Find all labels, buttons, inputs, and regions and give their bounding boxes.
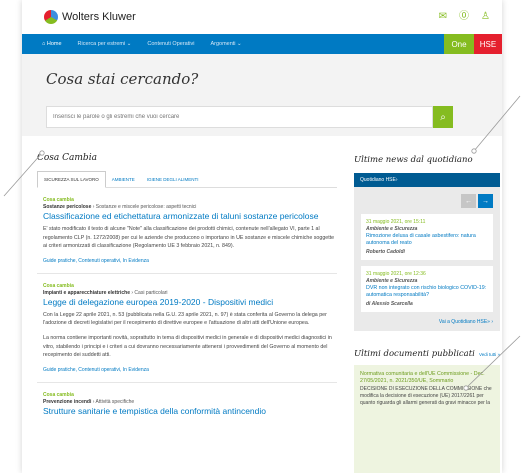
brand-logo[interactable]: Wolters Kluwer bbox=[44, 10, 136, 24]
quotidiano-bar[interactable]: Quotidiano HSE› bbox=[354, 173, 500, 187]
article-subtopic: › Sostanze e miscele pericolose: aspetti… bbox=[91, 204, 197, 210]
news-author: di Alessio Scarcella bbox=[366, 301, 413, 307]
news-date: 31 maggio 2021, ore 12:36 bbox=[366, 271, 426, 277]
carousel-next-button[interactable]: → bbox=[478, 194, 493, 208]
article-subtopic: › Attività specifiche bbox=[91, 398, 135, 405]
screenshot-frame: Wolters Kluwer ✉ ⓪ ♙ ⌂ Home Ricerca per … bbox=[0, 0, 524, 473]
search-button[interactable]: ⌕ bbox=[433, 106, 453, 128]
news-section-title: Ultime news dal quotidiano bbox=[354, 155, 473, 165]
main-nav: ⌂ Home Ricerca per estremi ⌄ Contenuti O… bbox=[22, 34, 502, 54]
vedi-tutti-link[interactable]: Vedi tutti » bbox=[479, 352, 500, 357]
article-breadcrumb: Sostanze pericolose › Sostanze e miscele… bbox=[43, 204, 337, 210]
portal-page: Wolters Kluwer ✉ ⓪ ♙ ⌂ Home Ricerca per … bbox=[22, 0, 502, 473]
search-title: Cosa stai cercando? bbox=[46, 70, 199, 88]
article-body: Con la Legge 22 aprile 2021, n. 53 (pubb… bbox=[43, 311, 327, 327]
news-carousel: ← → 31 maggio 2021, ore 15:11 Ambiente e… bbox=[354, 187, 500, 331]
article-breadcrumb: Impianti e apparecchiature elettriche › … bbox=[43, 290, 337, 296]
news-category: Ambiente e Sicurezza bbox=[366, 226, 418, 232]
document-card: Normativa comunitaria e dell'UE Commissi… bbox=[354, 365, 500, 473]
nav-argomenti[interactable]: Argomenti ⌄ bbox=[210, 41, 241, 47]
article-tags[interactable]: Guide pratiche, Contenuti operativi, In … bbox=[43, 258, 337, 264]
article-topic[interactable]: Impianti e apparecchiature elettriche bbox=[43, 290, 130, 296]
article-kicker: Cosa cambia bbox=[43, 197, 74, 203]
tab-igiene-alimenti[interactable]: IGIENE DEGLI ALIMENTI bbox=[141, 171, 205, 187]
documents-section-title: Ultimi documenti pubblicati bbox=[354, 349, 475, 359]
documents-header: Ultimi documenti pubblicati Vedi tutti » bbox=[354, 349, 500, 359]
article-body-continued: La norma contiene importanti novità, sop… bbox=[43, 334, 332, 359]
article-breadcrumb: Prevenzione incendi › Attività specifich… bbox=[43, 399, 337, 405]
article-kicker: Cosa cambia bbox=[43, 391, 74, 398]
nav-contenuti-operativi[interactable]: Contenuti Operativi bbox=[147, 41, 194, 47]
article-item: Cosa cambia Prevenzione incendi › Attivi… bbox=[37, 383, 337, 425]
document-body: DECISIONE DI ESECUZIONE DELLA COMMISSION… bbox=[360, 386, 492, 406]
mail-icon[interactable]: ✉ bbox=[439, 12, 447, 22]
vai-quotidiano-link[interactable]: Vai a Quotidiano HSE» › bbox=[361, 319, 493, 325]
article-kicker: Cosa cambia bbox=[43, 282, 74, 289]
article-body: E' stato modificato il testo di alcune "… bbox=[43, 226, 335, 250]
article-item: Cosa cambia Impianti e apparecchiature e… bbox=[37, 274, 337, 383]
arrow-left-icon: ← bbox=[465, 197, 472, 205]
article-item: Cosa cambia Sostanze pericolose › Sostan… bbox=[37, 188, 337, 274]
tab-ambiente[interactable]: AMBIENTE bbox=[106, 171, 141, 187]
document-title[interactable]: Normativa comunitaria e dell'UE Commissi… bbox=[360, 371, 494, 385]
article-topic[interactable]: Prevenzione incendi bbox=[43, 399, 91, 405]
news-date: 31 maggio 2021, ore 15:11 bbox=[366, 219, 426, 225]
nav-ricerca-estremi[interactable]: Ricerca per estremi ⌄ bbox=[78, 41, 132, 47]
search-row: ⌕ bbox=[46, 106, 502, 128]
tab-sicurezza-lavoro[interactable]: SICUREZZA SUL LAVORO bbox=[37, 171, 106, 188]
search-icon: ⌕ bbox=[440, 111, 446, 123]
article-topic[interactable]: Sostanze pericolose bbox=[43, 204, 91, 210]
cosa-cambia-title: Cosa Cambia bbox=[37, 153, 97, 163]
news-title[interactable]: DVR non integrato con rischio biologico … bbox=[366, 285, 488, 299]
article-tags[interactable]: Guide pratiche, Contenuti operativi, In … bbox=[43, 367, 337, 373]
article-title[interactable]: Classificazione ed etichettatura armoniz… bbox=[43, 211, 337, 221]
sidebar: Ultime news dal quotidiano Quotidiano HS… bbox=[354, 136, 500, 473]
carousel-controls: ← → bbox=[361, 194, 493, 208]
nav-items: ⌂ Home Ricerca per estremi ⌄ Contenuti O… bbox=[22, 34, 444, 54]
article-subtopic: › Casi particolari bbox=[129, 289, 168, 296]
article-title[interactable]: Strutture sanitarie e tempistica della c… bbox=[43, 406, 337, 416]
cosa-cambia-tabs: SICUREZZA SUL LAVORO AMBIENTE IGIENE DEG… bbox=[37, 171, 337, 188]
content-area: Cosa Cambia SICUREZZA SUL LAVORO AMBIENT… bbox=[22, 136, 502, 473]
wolters-kluwer-logo-icon bbox=[44, 10, 58, 24]
nav-home[interactable]: ⌂ Home bbox=[42, 41, 62, 47]
news-category: Ambiente e Sicurezza bbox=[366, 278, 418, 284]
news-card: 31 maggio 2021, ore 12:36 Ambiente e Sic… bbox=[361, 266, 493, 312]
article-title[interactable]: Legge di delegazione europea 2019-2020 -… bbox=[43, 297, 337, 307]
help-icon[interactable]: ⓪ bbox=[459, 12, 469, 22]
top-bar: Wolters Kluwer ✉ ⓪ ♙ bbox=[22, 0, 502, 34]
nav-one-button[interactable]: One bbox=[444, 34, 474, 54]
header-icons: ✉ ⓪ ♙ bbox=[439, 12, 490, 22]
user-icon[interactable]: ♙ bbox=[481, 12, 490, 22]
news-card: 31 maggio 2021, ore 15:11 Ambiente e Sic… bbox=[361, 214, 493, 260]
arrow-right-icon: → bbox=[482, 197, 489, 205]
news-title[interactable]: Rimozione delusa di casale asbestifero: … bbox=[366, 233, 488, 247]
logo-text: Wolters Kluwer bbox=[62, 11, 136, 23]
cosa-cambia-section: Cosa Cambia SICUREZZA SUL LAVORO AMBIENT… bbox=[37, 136, 337, 473]
search-section: Cosa stai cercando? ⌕ bbox=[22, 54, 502, 136]
nav-hse-button[interactable]: HSE bbox=[474, 34, 502, 54]
search-input[interactable] bbox=[46, 106, 433, 128]
carousel-prev-button[interactable]: ← bbox=[461, 194, 476, 208]
news-author: Roberto Cadoldi bbox=[366, 249, 405, 255]
